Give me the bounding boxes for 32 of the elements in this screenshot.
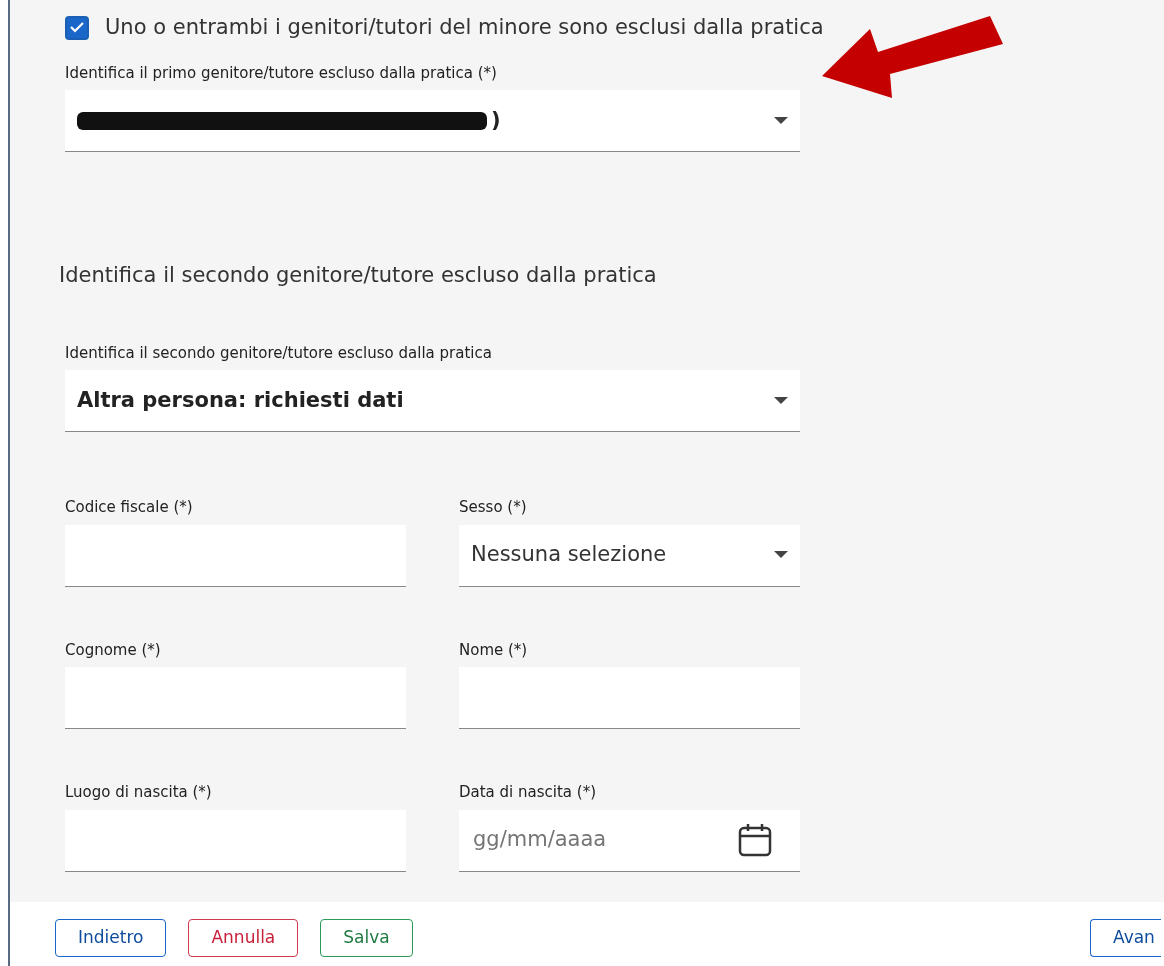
check-icon xyxy=(70,22,84,34)
input-field[interactable] xyxy=(459,667,800,729)
select-value: Altra persona: richiesti dati xyxy=(77,386,404,414)
action-button[interactable]: Salva xyxy=(320,919,413,957)
field-label: Nome (*) xyxy=(459,639,529,661)
caret-icon xyxy=(774,551,788,559)
field-label: Luogo di nascita (*) xyxy=(65,782,213,803)
caret-icon xyxy=(774,116,788,125)
checkbox[interactable] xyxy=(65,15,89,40)
select-field[interactable]: ) xyxy=(65,90,800,152)
caret-icon xyxy=(774,396,788,405)
select-field[interactable]: Altra persona: richiesti dati xyxy=(65,370,800,432)
field-label: Data di nascita (*) xyxy=(459,782,597,803)
field-label: Cognome (*) xyxy=(65,639,162,661)
field-label: Codice fiscale (*) xyxy=(65,497,194,518)
input-field[interactable] xyxy=(65,809,406,872)
calendar-icon[interactable] xyxy=(738,823,772,857)
date-field[interactable]: gg/mm/aaaa xyxy=(459,809,800,872)
checkbox-label: Uno o entrambi i genitori/tutori del minore sono esclusi dalla pratica xyxy=(105,14,824,41)
field-label: Sesso (*) xyxy=(459,497,528,518)
input-field[interactable] xyxy=(65,667,406,729)
select-field[interactable]: Nessuna selezione xyxy=(459,524,800,587)
action-button[interactable]: Annulla xyxy=(188,919,299,957)
action-button[interactable]: Indietro xyxy=(55,919,167,957)
section-title: Identifica il secondo genitore/tutore escluso dalla pratica xyxy=(59,262,658,289)
date-input[interactable]: gg/mm/aaaa xyxy=(471,823,738,857)
select-value: Nessuna selezione xyxy=(471,541,667,569)
field-label: Identifica il primo genitore/tutore escluso dalla pratica (*) xyxy=(65,62,498,84)
field-label: Identifica il secondo genitore/tutore escluso dalla pratica xyxy=(65,342,493,364)
select-value: ) xyxy=(491,106,501,134)
input-field[interactable] xyxy=(65,524,406,587)
action-button[interactable]: Avan xyxy=(1090,919,1161,957)
